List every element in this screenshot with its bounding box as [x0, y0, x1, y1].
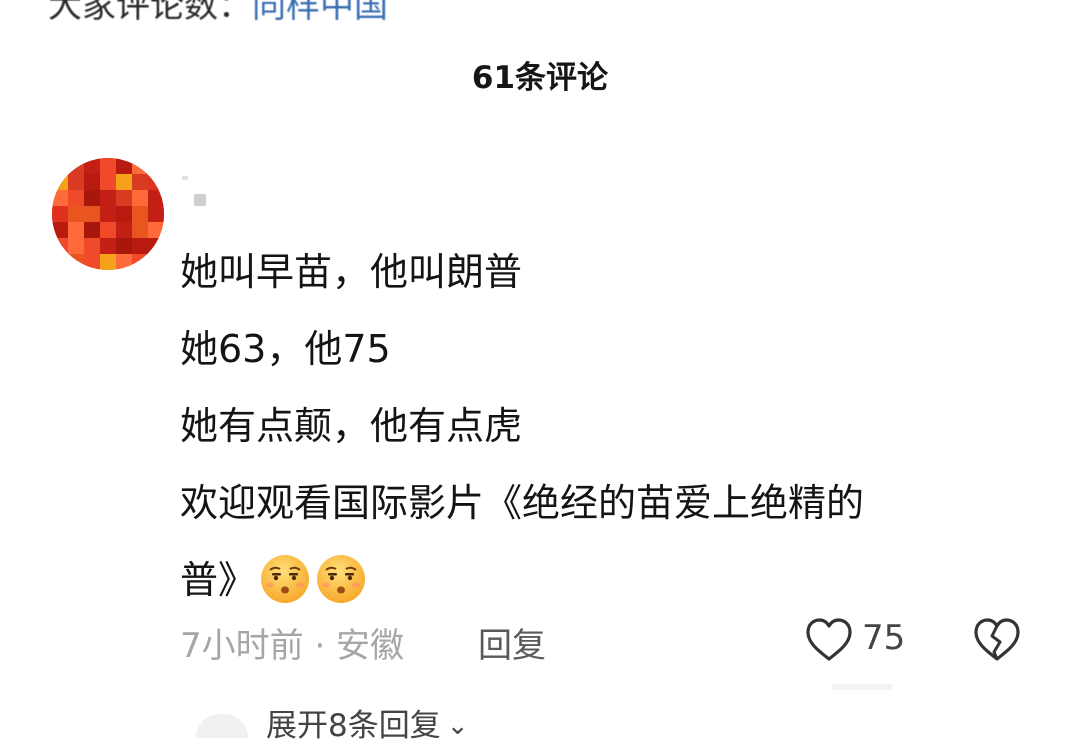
avatar-pixel: [68, 238, 84, 254]
username-fragment: [182, 176, 188, 180]
chevron-down-icon: ⌄: [446, 711, 469, 741]
avatar-pixel: [132, 238, 148, 254]
avatar-pixel: [132, 254, 148, 270]
comment-meta-row: 7小时前 · 安徽 回复 75: [180, 614, 1060, 666]
avatar-pixel: [100, 158, 116, 174]
avatar-pixel: [116, 190, 132, 206]
avatar-pixel: [68, 174, 84, 190]
avatar-pixel: [84, 158, 100, 174]
reply-avatar[interactable]: [196, 714, 248, 738]
cutoff-text: 大家评论数：同样中国: [48, 0, 388, 27]
avatar-pixel: [84, 238, 100, 254]
avatar-pixel: [132, 206, 148, 222]
avatar-pixel: [84, 222, 100, 238]
cutoff-text-prefix: 大家评论数：: [48, 0, 252, 26]
avatar-pixel: [52, 238, 68, 254]
avatar-pixel: [148, 238, 164, 254]
avatar-pixel: [148, 254, 164, 270]
avatar-pixel: [132, 222, 148, 238]
avatar-pixel: [100, 254, 116, 270]
cutoff-link[interactable]: 同样中国: [252, 0, 388, 26]
avatar-pixel: [116, 222, 132, 238]
avatar-pixel: [84, 254, 100, 270]
avatar-pixel: [148, 190, 164, 206]
comment-line: 欢迎观看国际影片《绝经的苗爱上绝精的: [180, 481, 865, 525]
comment-line: 她有点颠，他有点虎: [180, 404, 523, 448]
comment-line-last: 普》: [180, 542, 1020, 619]
username-fragment: [194, 194, 206, 206]
avatar-pixel: [100, 222, 116, 238]
avatar-pixel: [116, 174, 132, 190]
avatar-pixel: [116, 254, 132, 270]
avatar-pixel: [116, 238, 132, 254]
avatar-pixel: [84, 174, 100, 190]
avatar-pixel: [100, 190, 116, 206]
avatar-pixel: [148, 222, 164, 238]
avatar-pixel: [52, 254, 68, 270]
expand-replies-label: 展开8条回复: [266, 708, 441, 744]
avatar-pixel: [68, 222, 84, 238]
avatar-pixel: [132, 158, 148, 174]
smirk-face-emoji: [317, 555, 366, 603]
previous-content-cutoff: 大家评论数：同样中国: [0, 0, 1080, 26]
avatar-pixel: [68, 158, 84, 174]
expand-replies-button[interactable]: 展开8条回复 ⌄: [266, 700, 469, 745]
comment-line: 她叫早苗，他叫朗普: [180, 250, 523, 294]
comment-line-text: 普》: [180, 558, 257, 602]
avatar-pixel: [100, 238, 116, 254]
avatar-pixel: [148, 158, 164, 174]
avatar[interactable]: [52, 158, 164, 270]
avatar-pixel: [148, 206, 164, 222]
avatar-pixel: [52, 222, 68, 238]
avatar-pixel: [100, 174, 116, 190]
avatar-pixel: [68, 206, 84, 222]
avatar-pixel: [132, 190, 148, 206]
avatar-pixel: [116, 158, 132, 174]
avatar-pixel: [52, 190, 68, 206]
comment-count-title: 61条评论: [471, 60, 609, 96]
avatar-pixel: [132, 174, 148, 190]
avatar-pixel: [68, 254, 84, 270]
avatar-pixel: [52, 174, 68, 190]
faint-divider: [832, 684, 892, 690]
comment-time-location: 7小时前 · 安徽: [180, 626, 405, 666]
avatar-pixel: [84, 206, 100, 222]
avatar-pixel: [100, 206, 116, 222]
smirk-face-emoji: [261, 555, 310, 603]
heart-outline-icon[interactable]: [804, 616, 854, 664]
avatar-pixel: [52, 158, 68, 174]
comment-text: 她叫早苗，他叫朗普 她63，他75 她有点颠，他有点虎 欢迎观看国际影片《绝经的…: [180, 234, 1020, 619]
broken-heart-icon[interactable]: [972, 616, 1022, 664]
avatar-pixel: [84, 190, 100, 206]
avatar-pixel: [148, 174, 164, 190]
avatar-pixel: [52, 206, 68, 222]
comment-line: 她63，他75: [180, 327, 391, 371]
reply-button[interactable]: 回复: [478, 618, 546, 667]
like-count: 75: [862, 618, 906, 658]
avatar-pixel: [68, 190, 84, 206]
username-blurred[interactable]: [180, 176, 210, 206]
avatar-pixel: [116, 206, 132, 222]
